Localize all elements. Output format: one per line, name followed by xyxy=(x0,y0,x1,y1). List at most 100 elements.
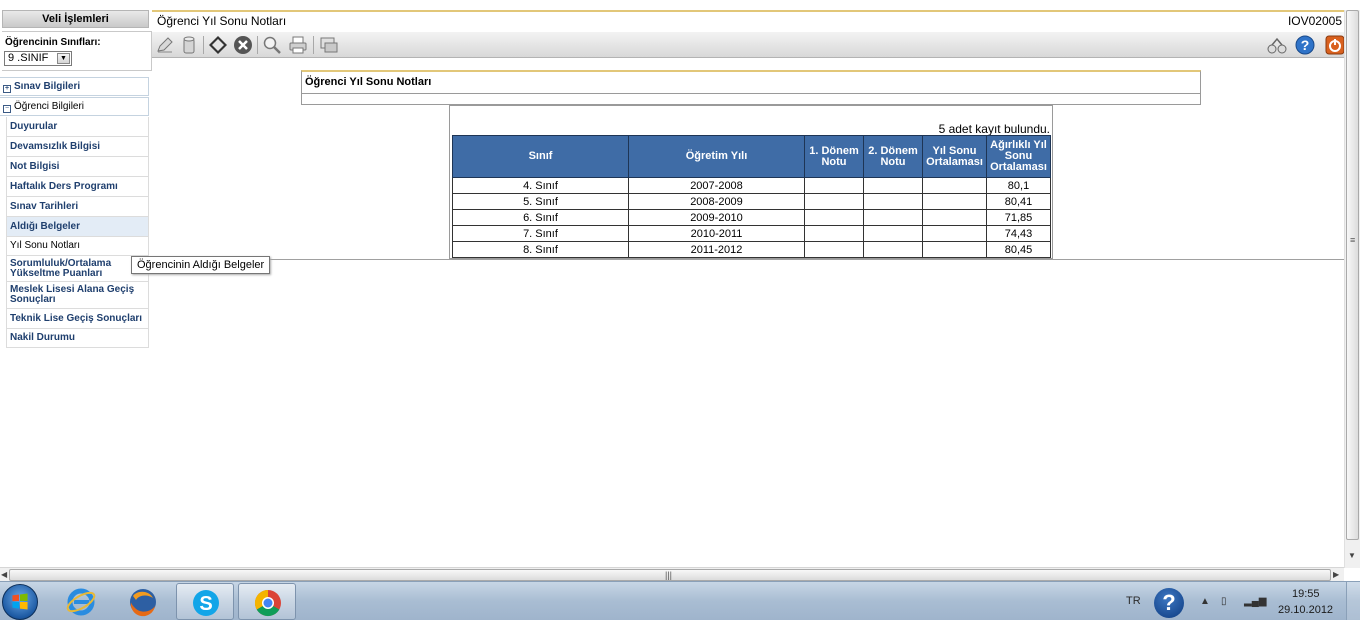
sidebar-item-label: Meslek Lisesi Alana Geçiş Sonuçları xyxy=(10,284,135,305)
toolbar-separator xyxy=(313,36,314,54)
sidebar-item-label: Haftalık Ders Programı xyxy=(10,180,118,192)
svg-text:?: ? xyxy=(1301,37,1310,53)
results-panel: Öğrenci Yıl Sonu Notları xyxy=(301,70,1201,105)
cell-yil-sonu xyxy=(922,225,987,242)
grades-table: Sınıf Öğretim Yılı 1. Dönem Notu 2. Döne… xyxy=(452,135,1051,258)
col-header-ogretim-yili[interactable]: Öğretim Yılı xyxy=(628,135,805,178)
show-desktop-button[interactable] xyxy=(1346,582,1360,620)
sidebar-item-label: Yıl Sonu Notları xyxy=(10,240,81,251)
help-tray-icon[interactable]: ? xyxy=(1154,588,1184,618)
panel-title: Öğrenci Yıl Sonu Notları xyxy=(305,76,432,88)
toolbar-separator xyxy=(257,36,258,54)
class-select[interactable]: 9 .SINIF ▼ xyxy=(4,51,72,66)
print-icon[interactable] xyxy=(288,35,308,55)
cell-donem1 xyxy=(804,193,864,210)
section-label: Sınav Bilgileri xyxy=(14,81,81,92)
expand-icon[interactable]: + xyxy=(3,85,11,93)
sidebar-item-duyurular[interactable]: Duyurular xyxy=(6,117,149,137)
cell-donem1 xyxy=(804,177,864,194)
sidebar-item-not-bilgisi[interactable]: Not Bilgisi xyxy=(6,157,149,177)
tray-expand-icon[interactable]: ▲ xyxy=(1200,596,1210,607)
cancel-icon[interactable] xyxy=(233,35,253,55)
chevron-down-icon[interactable]: ▼ xyxy=(57,53,70,64)
report-icon[interactable] xyxy=(319,35,339,55)
page-code: IOV02005 xyxy=(1287,14,1342,28)
table-row[interactable]: 8. Sınıf 2011-2012 80,45 xyxy=(452,241,1051,258)
grip-icon: ||| xyxy=(665,570,673,580)
sidebar-title: Veli İşlemleri xyxy=(2,10,149,28)
firefox-icon[interactable] xyxy=(114,583,172,620)
tooltip: Öğrencinin Aldığı Belgeler xyxy=(131,256,271,274)
horizontal-scrollbar[interactable]: ◀ ||| ▶ xyxy=(0,567,1344,581)
sidebar-item-aldigi-belgeler[interactable]: Aldığı Belgeler xyxy=(6,217,149,237)
sidebar-item-teknik-lise[interactable]: Teknik Lise Geçiş Sonuçları xyxy=(6,309,149,329)
cell-donem2 xyxy=(863,193,923,210)
sidebar-item-sorumluluk[interactable]: Sorumluluk/Ortalama Yükseltme Puanları xyxy=(6,256,149,282)
section-sinav-bilgileri[interactable]: + Sınav Bilgileri xyxy=(0,77,149,96)
sidebar-item-label: Sorumluluk/Ortalama Yükseltme Puanları xyxy=(10,257,112,279)
power-icon[interactable] xyxy=(1325,35,1345,55)
col-header-donem1[interactable]: 1. Dönem Notu xyxy=(804,135,864,178)
cell-agirlikli: 80,45 xyxy=(986,241,1051,258)
panel-body xyxy=(301,94,1201,105)
sidebar-item-yil-sonu-notlari[interactable]: Yıl Sonu Notları xyxy=(6,237,149,256)
vertical-scroll-thumb[interactable]: ≡ xyxy=(1346,10,1359,540)
cell-ogretim-yili: 2010-2011 xyxy=(628,225,805,242)
edit-icon[interactable] xyxy=(155,35,175,55)
cell-sinif: 5. Sınıf xyxy=(452,193,629,210)
col-header-sinif[interactable]: Sınıf xyxy=(452,135,629,178)
search-icon[interactable] xyxy=(262,35,282,55)
cell-yil-sonu xyxy=(922,241,987,258)
class-selector-box: Öğrencinin Sınıfları: 9 .SINIF ▼ xyxy=(2,31,152,71)
screen: Veli İşlemleri Öğrencinin Sınıfları: 9 .… xyxy=(0,0,1360,620)
chrome-icon[interactable] xyxy=(238,583,296,620)
collapse-icon[interactable]: − xyxy=(3,105,11,113)
sidebar-item-label: Sınav Tarihleri xyxy=(10,200,79,212)
table-row[interactable]: 5. Sınıf 2008-2009 80,41 xyxy=(452,193,1051,210)
skype-icon[interactable]: S xyxy=(176,583,234,620)
sidebar-item-ders-programi[interactable]: Haftalık Ders Programı xyxy=(6,177,149,197)
record-count: 5 adet kayıt bulundu. xyxy=(938,122,1050,136)
help-icon[interactable]: ? xyxy=(1295,35,1315,55)
table-row[interactable]: 4. Sınıf 2007-2008 80,1 xyxy=(452,177,1051,194)
table-row[interactable]: 6. Sınıf 2009-2010 71,85 xyxy=(452,209,1051,226)
col-header-donem2[interactable]: 2. Dönem Notu xyxy=(863,135,923,178)
horizontal-scroll-thumb[interactable]: ||| xyxy=(9,569,1331,581)
cell-sinif: 7. Sınıf xyxy=(452,225,629,242)
scroll-right-arrow-icon[interactable]: ▶ xyxy=(1333,570,1339,579)
cell-ogretim-yili: 2009-2010 xyxy=(628,209,805,226)
start-button[interactable] xyxy=(2,584,38,620)
device-tray-icon[interactable]: ▯ xyxy=(1221,596,1227,607)
cell-donem1 xyxy=(804,209,864,226)
network-icon[interactable] xyxy=(1267,35,1287,55)
language-indicator[interactable]: TR xyxy=(1126,595,1141,607)
save-icon[interactable] xyxy=(208,35,228,55)
sidebar-item-meslek-lisesi[interactable]: Meslek Lisesi Alana Geçiş Sonuçları xyxy=(6,282,149,309)
cell-yil-sonu xyxy=(922,177,987,194)
cell-sinif: 6. Sınıf xyxy=(452,209,629,226)
cell-donem2 xyxy=(863,225,923,242)
clock-date[interactable]: 29.10.2012 xyxy=(1278,604,1333,616)
scroll-left-arrow-icon[interactable]: ◀ xyxy=(1,570,7,579)
clock-time[interactable]: 19:55 xyxy=(1292,588,1320,600)
internet-explorer-icon[interactable] xyxy=(52,583,110,620)
network-signal-icon[interactable]: ▂▄▆ xyxy=(1244,596,1266,607)
table-row[interactable]: 7. Sınıf 2010-2011 74,43 xyxy=(452,225,1051,242)
toolbar-separator xyxy=(203,36,204,54)
section-ogrenci-bilgileri[interactable]: − Öğrenci Bilgileri xyxy=(0,97,149,116)
delete-icon[interactable] xyxy=(179,35,199,55)
col-header-agirlikli[interactable]: Ağırlıklı Yıl Sonu Ortalaması xyxy=(986,135,1051,178)
cell-donem1 xyxy=(804,241,864,258)
scroll-down-arrow-icon[interactable]: ▼ xyxy=(1348,551,1356,560)
sidebar-item-nakil-durumu[interactable]: Nakil Durumu xyxy=(6,329,149,348)
cell-donem1 xyxy=(804,225,864,242)
sidebar-item-label: Aldığı Belgeler xyxy=(10,220,81,232)
sidebar-item-label: Devamsızlık Bilgisi xyxy=(10,140,101,152)
cell-donem2 xyxy=(863,177,923,194)
page-title: Öğrenci Yıl Sonu Notları xyxy=(157,14,287,28)
col-header-yil-sonu[interactable]: Yıl Sonu Ortalaması xyxy=(922,135,987,178)
sidebar-item-devamsizlik[interactable]: Devamsızlık Bilgisi xyxy=(6,137,149,157)
sidebar-item-label: Teknik Lise Geçiş Sonuçları xyxy=(10,312,143,324)
vertical-scrollbar[interactable]: ≡ ▼ xyxy=(1344,10,1360,568)
sidebar-item-sinav-tarihleri[interactable]: Sınav Tarihleri xyxy=(6,197,149,217)
